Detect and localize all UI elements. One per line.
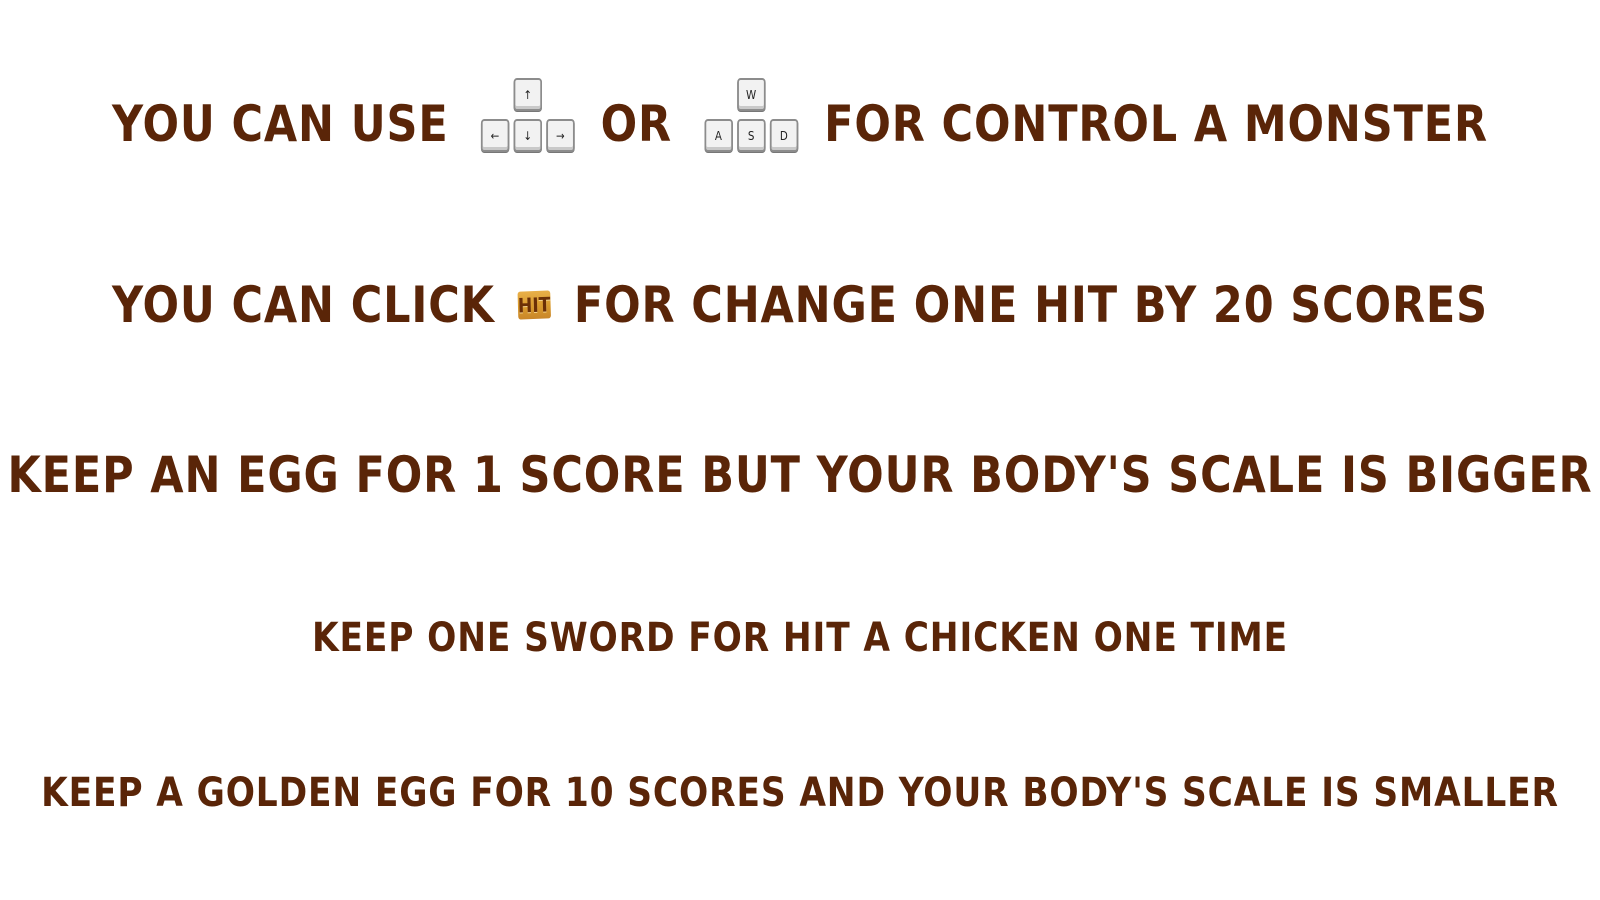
egg-text: KEEP AN EGG FOR 1 SCORE BUT YOUR BODY'S … bbox=[7, 446, 1593, 504]
controls-text-or: OR bbox=[600, 95, 673, 153]
sword-text: KEEP ONE SWORD FOR HIT A CHICKEN ONE TIM… bbox=[312, 615, 1288, 661]
controls-text-after: FOR CONTROL A MONSTER bbox=[824, 95, 1488, 153]
arrow-keys-icon: ↑ ← ↓ → bbox=[477, 78, 575, 156]
d-key-icon: D bbox=[769, 119, 799, 152]
s-key-icon: S bbox=[736, 119, 766, 152]
arrow-up-key-icon: ↑ bbox=[513, 78, 542, 111]
controls-text-before: YOU CAN USE bbox=[112, 95, 449, 153]
instruction-controls: YOU CAN USE ↑ ← ↓ → OR W A S D FOR CONTR… bbox=[112, 78, 1488, 170]
instruction-egg: KEEP AN EGG FOR 1 SCORE BUT YOUR BODY'S … bbox=[7, 446, 1591, 504]
arrow-down-key-icon: ↓ bbox=[513, 119, 542, 152]
arrow-right-key-icon: → bbox=[546, 119, 575, 152]
wasd-keys-icon: W A S D bbox=[701, 78, 799, 156]
instruction-golden-egg: KEEP A GOLDEN EGG FOR 10 SCORES AND YOUR… bbox=[41, 770, 1558, 816]
hit-button[interactable]: HIT bbox=[517, 290, 552, 320]
w-key-icon: W bbox=[736, 78, 766, 111]
a-key-icon: A bbox=[704, 119, 733, 152]
instruction-sword: KEEP ONE SWORD FOR HIT A CHICKEN ONE TIM… bbox=[112, 615, 1488, 661]
instruction-hit: YOU CAN CLICK HIT FOR CHANGE ONE HIT BY … bbox=[112, 276, 1488, 334]
arrow-left-key-icon: ← bbox=[480, 119, 510, 152]
golden-egg-text: KEEP A GOLDEN EGG FOR 10 SCORES AND YOUR… bbox=[41, 770, 1559, 816]
hit-text-after: FOR CHANGE ONE HIT BY 20 SCORES bbox=[573, 276, 1488, 334]
hit-text-before: YOU CAN CLICK bbox=[112, 276, 495, 334]
